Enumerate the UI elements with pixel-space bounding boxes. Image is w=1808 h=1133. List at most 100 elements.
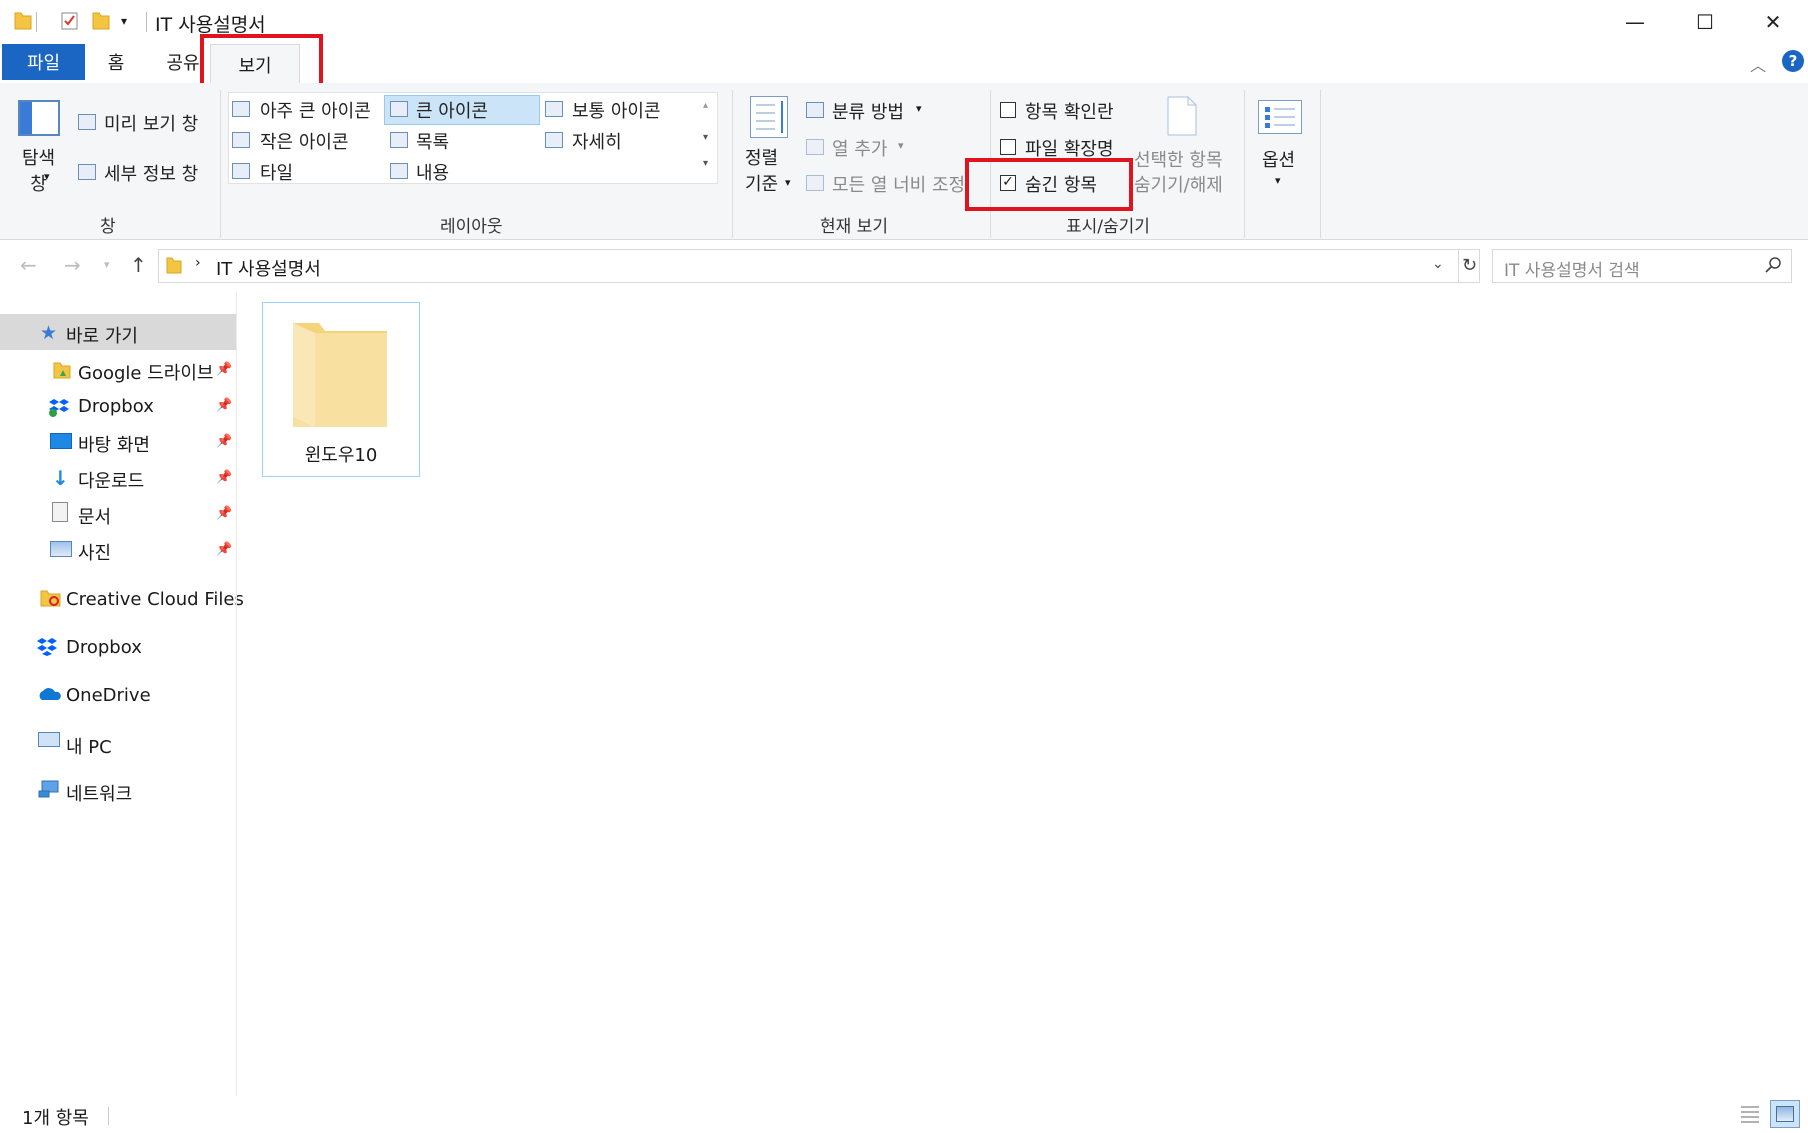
details-icon bbox=[545, 132, 563, 148]
tab-file[interactable]: 파일 bbox=[2, 44, 85, 80]
item-name: 윈도우10 bbox=[304, 445, 378, 466]
nav-dropbox[interactable]: Dropbox bbox=[66, 637, 142, 658]
address-bar[interactable] bbox=[158, 249, 1480, 283]
pin-icon: 📌 bbox=[216, 398, 233, 413]
layout-list[interactable]: 목록 bbox=[416, 128, 449, 154]
google-drive-icon bbox=[52, 360, 72, 384]
navigation-pane-button[interactable]: 탐색 창 bbox=[22, 146, 55, 198]
nav-network[interactable]: 네트워크 bbox=[66, 780, 132, 806]
layout-small-icons[interactable]: 작은 아이콘 bbox=[260, 128, 349, 154]
layout-large-icons[interactable]: 큰 아이콘 bbox=[416, 97, 488, 123]
close-button[interactable]: ✕ bbox=[1738, 0, 1808, 44]
properties-icon[interactable] bbox=[60, 11, 78, 31]
preview-pane-button[interactable]: 미리 보기 창 bbox=[104, 110, 198, 136]
folder-icon bbox=[293, 323, 387, 427]
large-icons-view-icon[interactable] bbox=[1770, 1100, 1800, 1128]
pin-icon: 📌 bbox=[216, 542, 233, 557]
nav-this-pc[interactable]: 내 PC bbox=[66, 733, 112, 759]
refresh-button[interactable]: ↻ bbox=[1458, 249, 1480, 283]
customize-toolbar-icon[interactable]: ▾ bbox=[121, 14, 127, 28]
collapse-ribbon-icon[interactable]: ︿ bbox=[1750, 52, 1766, 76]
search-input[interactable]: IT 사용설명서 검색 bbox=[1504, 256, 1640, 281]
nav-downloads[interactable]: 다운로드 bbox=[78, 467, 144, 493]
layout-details[interactable]: 자세히 bbox=[572, 128, 622, 154]
hide-selected-icon bbox=[1166, 96, 1198, 136]
up-button[interactable]: ↑ bbox=[130, 253, 147, 277]
document-icon bbox=[52, 502, 68, 522]
pictures-icon bbox=[50, 541, 72, 557]
divider bbox=[36, 12, 37, 32]
dropbox-icon bbox=[48, 397, 72, 421]
options-icon bbox=[1258, 100, 1302, 134]
nav-google-drive[interactable]: Google 드라이브 bbox=[78, 359, 213, 385]
help-icon[interactable]: ? bbox=[1782, 50, 1804, 72]
details-pane-icon bbox=[78, 164, 96, 180]
item-checkboxes-checkbox[interactable] bbox=[1000, 102, 1016, 118]
hide-selected-button-line2[interactable]: 숨기기/해제 bbox=[1134, 171, 1223, 197]
preview-pane-icon bbox=[78, 114, 96, 130]
breadcrumb[interactable]: IT 사용설명서 bbox=[216, 255, 321, 281]
content-icon bbox=[390, 163, 408, 179]
pin-icon: 📌 bbox=[216, 506, 233, 521]
nav-onedrive[interactable]: OneDrive bbox=[66, 685, 151, 706]
group-label-pane: 창 bbox=[100, 217, 116, 237]
nav-desktop[interactable]: 바탕 화면 bbox=[78, 431, 150, 457]
hide-selected-button[interactable]: 선택한 항목 bbox=[1134, 146, 1223, 172]
nav-pictures[interactable]: 사진 bbox=[78, 539, 111, 565]
creative-cloud-icon bbox=[40, 588, 62, 612]
group-label-current-view: 현재 보기 bbox=[820, 217, 888, 237]
gallery-up-icon[interactable]: ▴ bbox=[703, 100, 708, 111]
add-columns-button[interactable]: 열 추가 bbox=[832, 135, 887, 161]
chevron-down-icon: ▾ bbox=[916, 102, 922, 115]
file-extensions-checkbox[interactable] bbox=[1000, 139, 1016, 155]
group-separator bbox=[1320, 90, 1321, 238]
size-all-columns-button[interactable]: 모든 열 너비 조정 bbox=[832, 171, 965, 197]
pin-icon: 📌 bbox=[216, 470, 233, 485]
sort-by-icon bbox=[750, 96, 788, 138]
divider bbox=[108, 1107, 109, 1125]
status-item-count: 1개 항목 bbox=[22, 1108, 89, 1129]
folder-icon bbox=[14, 11, 32, 31]
breadcrumb-chevron-icon[interactable]: › bbox=[195, 255, 201, 271]
gallery-more-icon[interactable]: ▾ bbox=[703, 158, 708, 169]
star-icon: ★ bbox=[40, 322, 58, 344]
folder-icon bbox=[166, 256, 182, 278]
list-item[interactable]: 윈도우10 bbox=[262, 302, 420, 477]
list-icon bbox=[390, 132, 408, 148]
maximize-button[interactable]: ☐ bbox=[1670, 0, 1740, 44]
nav-documents[interactable]: 문서 bbox=[78, 503, 111, 529]
layout-medium-icons[interactable]: 보통 아이콘 bbox=[572, 97, 661, 123]
nav-quick-access[interactable]: 바로 가기 bbox=[66, 322, 138, 348]
hidden-items-highlight bbox=[965, 158, 1133, 211]
details-view-icon[interactable] bbox=[1738, 1102, 1762, 1126]
item-checkboxes-label: 항목 확인란 bbox=[1025, 102, 1114, 123]
tiles-icon bbox=[232, 163, 250, 179]
tab-home[interactable]: 홈 bbox=[96, 44, 136, 80]
options-button[interactable]: 옵션 bbox=[1262, 146, 1295, 172]
back-button[interactable]: ← bbox=[20, 253, 37, 277]
pane-divider[interactable] bbox=[236, 292, 237, 1096]
layout-extra-large-icons[interactable]: 아주 큰 아이콘 bbox=[260, 97, 371, 123]
search-icon[interactable] bbox=[1764, 256, 1782, 278]
window-title: IT 사용설명서 bbox=[155, 14, 266, 36]
address-dropdown-icon[interactable]: ⌄ bbox=[1432, 256, 1444, 272]
group-separator bbox=[1244, 90, 1245, 238]
layout-content[interactable]: 내용 bbox=[416, 159, 449, 185]
minimize-button[interactable]: — bbox=[1600, 0, 1670, 44]
download-icon: ↓ bbox=[52, 466, 69, 490]
details-pane-button[interactable]: 세부 정보 창 bbox=[104, 160, 198, 186]
group-by-button[interactable]: 분류 방법 bbox=[832, 98, 904, 124]
sort-by-button[interactable]: 정렬 기준 bbox=[745, 146, 778, 198]
nav-creative-cloud[interactable]: Creative Cloud Files bbox=[66, 589, 244, 610]
navigation-pane-icon bbox=[18, 100, 60, 136]
gallery-down-icon[interactable]: ▾ bbox=[703, 132, 708, 143]
nav-dropbox-pinned[interactable]: Dropbox bbox=[78, 396, 154, 417]
chevron-down-icon: ▾ bbox=[898, 139, 904, 152]
recent-locations-button[interactable]: ▾ bbox=[104, 258, 110, 271]
pin-icon: 📌 bbox=[216, 434, 233, 449]
layout-tiles[interactable]: 타일 bbox=[260, 159, 293, 185]
forward-button[interactable]: → bbox=[64, 253, 81, 277]
medium-icons-icon bbox=[545, 101, 563, 117]
new-folder-icon[interactable] bbox=[92, 11, 110, 31]
group-by-icon bbox=[806, 102, 824, 118]
